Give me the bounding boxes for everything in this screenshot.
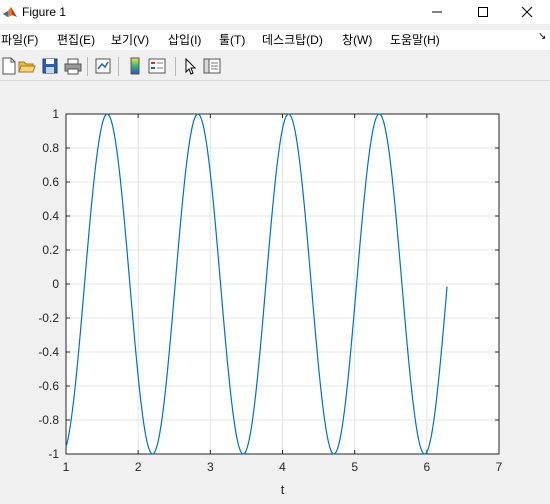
x-tick-label: 4 — [279, 460, 286, 474]
y-tick-label: -0.4 — [38, 345, 59, 359]
toolbar-separator — [87, 57, 88, 76]
menu-window[interactable]: 창(W) — [342, 33, 372, 47]
figure-area: 1 2 3 4 5 6 7 1 0.8 0.6 0.4 0.2 0 -0.2 -0.4 -0.6 -0.8 -1 … — [0, 81, 550, 499]
line-chart[interactable]: 1 2 3 4 5 6 710.80.60.40.20-0.2-0.4-0.6-0.8-1 … — [0, 81, 550, 499]
property-inspector-icon[interactable] — [203, 57, 221, 75]
y-tick-label: -0.2 — [38, 311, 59, 325]
link-plot-icon[interactable] — [94, 57, 112, 75]
edit-plot-icon[interactable] — [181, 57, 199, 75]
y-tick-label: -1 — [48, 447, 59, 461]
menu-file[interactable]: 파일(F) — [1, 33, 38, 47]
menu-view[interactable]: 보기(V) — [111, 33, 149, 47]
print-icon[interactable] — [64, 57, 82, 75]
y-tick-label: 0.4 — [42, 209, 59, 223]
x-tick-label: 3 — [207, 460, 214, 474]
insert-colorbar-icon[interactable] — [126, 57, 144, 75]
window-title: Figure 1 — [22, 5, 67, 19]
y-tick-label: 1 — [52, 107, 59, 121]
y-tick-label: 0.6 — [42, 175, 59, 189]
toolbar-separator — [175, 57, 176, 76]
x-tick-label: 1 — [63, 460, 70, 474]
maximize-icon — [478, 7, 488, 17]
menu-desktop[interactable]: 데스크탑(D) — [262, 33, 323, 47]
menu-bar: 파일(F) 편집(E) 보기(V) 삽입(I) 툴(T) 데스크탑(D) 창(W… — [0, 30, 550, 50]
minimize-button[interactable] — [414, 0, 460, 24]
x-axis-label: t — [281, 482, 285, 497]
close-button[interactable] — [504, 0, 550, 24]
y-tick-label: -0.8 — [38, 413, 59, 427]
new-figure-icon[interactable] — [0, 57, 18, 75]
x-tick-label: 2 — [135, 460, 142, 474]
close-icon — [521, 6, 533, 18]
title-bar[interactable]: Figure 1 — [0, 0, 550, 24]
open-file-icon[interactable] — [18, 57, 36, 75]
menu-edit[interactable]: 편집(E) — [57, 33, 95, 47]
y-tick-label: 0.2 — [42, 243, 59, 257]
y-tick-label: -0.6 — [38, 379, 59, 393]
minimize-icon — [432, 11, 442, 13]
insert-legend-icon[interactable] — [148, 57, 166, 75]
menu-tools[interactable]: 툴(T) — [219, 33, 245, 47]
maximize-button[interactable] — [460, 0, 506, 24]
toolbar-separator — [118, 57, 119, 76]
menu-insert[interactable]: 삽입(I) — [168, 33, 201, 47]
matlab-logo-icon — [3, 7, 17, 17]
menu-help[interactable]: 도움말(H) — [390, 33, 440, 47]
x-tick-label: 7 — [496, 460, 503, 474]
x-tick-label: 5 — [351, 460, 358, 474]
x-tick-label: 6 — [423, 460, 430, 474]
toolbar — [0, 53, 550, 81]
y-tick-label: 0.8 — [42, 141, 59, 155]
y-tick-label: 0 — [52, 277, 59, 291]
menu-overflow-icon[interactable]: ↘ — [538, 31, 546, 42]
save-icon[interactable] — [41, 57, 59, 75]
